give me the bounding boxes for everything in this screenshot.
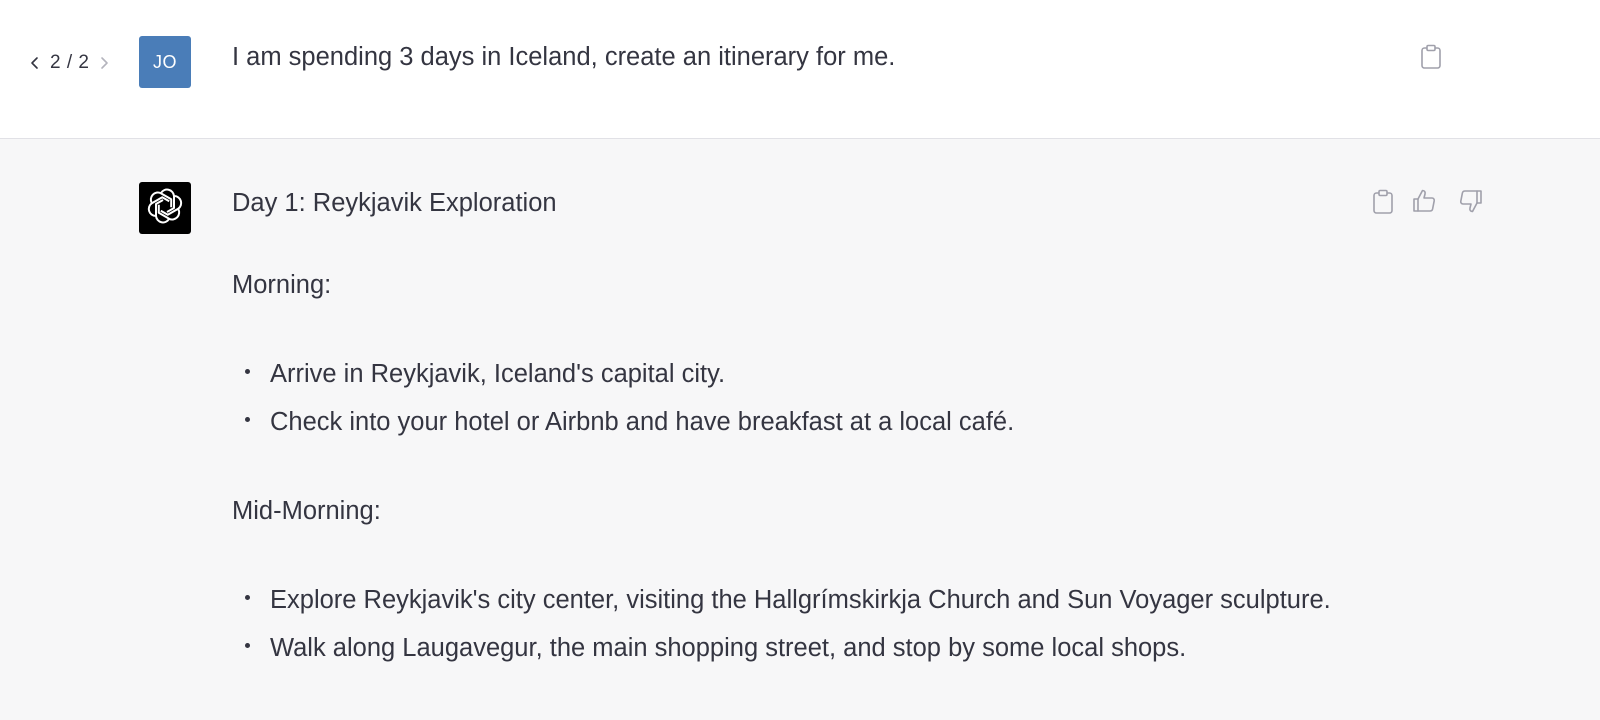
pager-count: 2 / 2 [50, 52, 90, 73]
openai-logo-icon [145, 186, 185, 231]
chevron-left-icon[interactable] [26, 50, 44, 76]
thumbs-up-icon[interactable] [1408, 185, 1440, 217]
user-message-row: 2 / 2 JO I am spending 3 days in Iceland… [0, 0, 1600, 139]
user-avatar-initials: JO [152, 51, 177, 72]
chevron-right-icon[interactable] [95, 50, 113, 76]
itinerary-day-heading: Day 1: Reykjavik Exploration [232, 189, 557, 217]
thumbs-down-icon[interactable] [1455, 185, 1487, 217]
list-item: Arrive in Reykjavik, Iceland's capital c… [232, 350, 1362, 398]
clipboard-icon[interactable] [1416, 42, 1446, 72]
response-pager: 2 / 2 [26, 50, 113, 76]
morning-list: Arrive in Reykjavik, Iceland's capital c… [232, 350, 1362, 446]
clipboard-icon[interactable] [1368, 187, 1398, 217]
mid-morning-list: Explore Reykjavik's city center, visitin… [232, 576, 1362, 672]
list-item: Explore Reykjavik's city center, visitin… [232, 576, 1362, 624]
user-message-text: I am spending 3 days in Iceland, create … [232, 43, 896, 71]
assistant-message-row: Day 1: Reykjavik Exploration Morning: Ar… [0, 139, 1600, 720]
assistant-message-body: Day 1: Reykjavik Exploration Morning: Ar… [232, 182, 1362, 672]
section-label-morning: Morning: [232, 271, 332, 299]
list-item: Walk along Laugavegur, the main shopping… [232, 624, 1362, 672]
user-avatar: JO [139, 36, 191, 88]
assistant-avatar [139, 182, 191, 234]
section-label-mid-morning: Mid-Morning: [232, 497, 381, 525]
list-item: Check into your hotel or Airbnb and have… [232, 398, 1362, 446]
